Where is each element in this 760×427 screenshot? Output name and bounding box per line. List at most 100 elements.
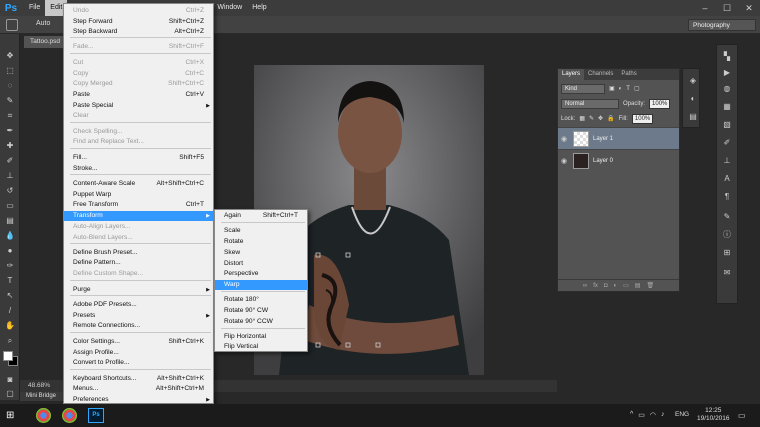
edit-menu-item-fade[interactable]: Fade... Shift+Ctrl+F	[64, 42, 213, 52]
filter-kind-select[interactable]: Kind	[561, 83, 605, 94]
edit-menu-item-adobe-pdf-presets[interactable]: Adobe PDF Presets...	[64, 300, 213, 310]
chrome-icon[interactable]	[62, 408, 77, 423]
edit-menu-item-remote-connections[interactable]: Remote Connections...	[64, 321, 213, 331]
edit-menu-item-clear[interactable]: Clear	[64, 111, 213, 121]
fill-field[interactable]: 100%	[631, 113, 654, 124]
edit-menu-item-free-transform[interactable]: Free Transform Ctrl+T	[64, 200, 213, 210]
taskbar-clock[interactable]: 12:25 19/10/2016	[697, 407, 730, 423]
foreground-color-swatch[interactable]	[3, 351, 13, 361]
edit-menu-item-copy-merged[interactable]: Copy Merged Shift+Ctrl+C	[64, 79, 213, 89]
transform-menu-item-distort[interactable]: Distort	[215, 259, 307, 269]
windows-start-icon[interactable]: ⊞	[6, 410, 17, 421]
marquee-tool-icon[interactable]: ⬚	[3, 65, 17, 77]
info-panel-icon[interactable]: ⓘ	[721, 229, 733, 240]
character-panel-icon[interactable]: A	[721, 173, 733, 184]
paragraph-panel-icon[interactable]: ¶	[721, 191, 733, 202]
lock-transparent-icon[interactable]: ▦	[579, 115, 585, 122]
edit-menu-item-transform[interactable]: Transform ▶	[64, 211, 213, 221]
transform-menu-item-again[interactable]: Again Shift+Ctrl+T	[215, 211, 307, 221]
blur-tool-icon[interactable]: 💧	[3, 230, 17, 242]
transform-menu-item-rotate[interactable]: Rotate	[215, 237, 307, 247]
delete-layer-icon[interactable]: 🗑	[646, 280, 654, 291]
gradient-tool-icon[interactable]: ▤	[3, 215, 17, 227]
history-panel-icon[interactable]: ▚	[721, 51, 733, 62]
filter-pixel-icon[interactable]: ▣	[609, 85, 615, 92]
path-selection-tool-icon[interactable]: ↖	[3, 290, 17, 302]
actions-panel-icon[interactable]: ▶	[721, 67, 733, 78]
edit-menu-item-keyboard-shortcuts[interactable]: Keyboard Shortcuts... Alt+Shift+Ctrl+K	[64, 374, 213, 384]
eraser-tool-icon[interactable]: ▭	[3, 200, 17, 212]
transform-menu-item-flip-horizontal[interactable]: Flip Horizontal	[215, 332, 307, 342]
hand-tool-icon[interactable]: ✋	[3, 320, 17, 332]
edit-menu-item-purge[interactable]: Purge ▶	[64, 285, 213, 295]
edit-menu-item-step-forward[interactable]: Step Forward Shift+Ctrl+Z	[64, 17, 213, 27]
maximize-button[interactable]: ☐	[716, 0, 738, 16]
edit-menu-item-color-settings[interactable]: Color Settings... Shift+Ctrl+K	[64, 337, 213, 347]
lasso-tool-icon[interactable]: ◌	[3, 80, 17, 92]
language-indicator[interactable]: ENG	[675, 411, 689, 418]
adjustments-panel-icon[interactable]: ◐	[687, 93, 699, 104]
auto-select-checkbox[interactable]: Auto	[36, 20, 50, 27]
edit-menu-item-assign-profile[interactable]: Assign Profile...	[64, 348, 213, 358]
shape-tool-icon[interactable]: /	[3, 305, 17, 317]
color-panel-icon[interactable]: ◍	[721, 83, 733, 94]
transform-menu-item-rotate-90-cw[interactable]: Rotate 90° CW	[215, 306, 307, 316]
brush-panel-icon[interactable]: ✐	[721, 137, 733, 148]
transform-menu-item-rotate-180[interactable]: Rotate 180°	[215, 295, 307, 305]
opacity-field[interactable]: 100%	[649, 98, 671, 109]
edit-menu-item-auto-align-layers[interactable]: Auto-Align Layers...	[64, 222, 213, 232]
tab-paths[interactable]: Paths	[617, 69, 640, 80]
blend-mode-select[interactable]: Normal	[561, 98, 619, 109]
transform-menu-item-skew[interactable]: Skew	[215, 248, 307, 258]
screen-mode-icon[interactable]: ▢	[3, 388, 17, 400]
action-center-icon[interactable]: ▭	[738, 411, 746, 420]
edit-menu-item-fill[interactable]: Fill... Shift+F5	[64, 153, 213, 163]
edit-menu-item-define-pattern[interactable]: Define Pattern...	[64, 258, 213, 268]
network-icon[interactable]: ▭	[638, 411, 645, 419]
edit-menu-item-copy[interactable]: Copy Ctrl+C	[64, 69, 213, 79]
document-tab[interactable]: Tattoo.psd	[24, 36, 66, 48]
type-tool-icon[interactable]: T	[3, 275, 17, 287]
tool-presets-panel-icon[interactable]: ✎	[721, 211, 733, 222]
layers-panel-icon[interactable]: ◈	[687, 75, 699, 86]
transform-menu-item-warp[interactable]: Warp	[215, 280, 307, 290]
photoshop-taskbar-icon[interactable]: Ps	[88, 408, 104, 423]
filter-type-icon[interactable]: T	[626, 86, 630, 92]
volume-icon[interactable]: ♪	[661, 411, 665, 419]
transform-menu-item-flip-vertical[interactable]: Flip Vertical	[215, 342, 307, 352]
edit-menu-item-puppet-warp[interactable]: Puppet Warp	[64, 190, 213, 200]
edit-menu-item-undo[interactable]: Undo Ctrl+Z	[64, 6, 213, 16]
filter-shape-icon[interactable]: ▢	[634, 85, 640, 92]
edit-menu-item-content-aware-scale[interactable]: Content-Aware Scale Alt+Shift+Ctrl+C	[64, 179, 213, 189]
transform-menu-item-rotate-90-ccw[interactable]: Rotate 90° CCW	[215, 317, 307, 327]
edit-menu-item-cut[interactable]: Cut Ctrl+X	[64, 58, 213, 68]
zoom-level[interactable]: 48.68%	[28, 382, 50, 389]
adjustment-layer-icon[interactable]: ◐	[613, 280, 617, 291]
pen-tool-icon[interactable]: ✑	[3, 260, 17, 272]
edit-menu-item-convert-to-profile[interactable]: Convert to Profile...	[64, 358, 213, 368]
lock-all-icon[interactable]: 🔒	[607, 115, 614, 122]
layer-row[interactable]: ◉ Layer 1	[558, 127, 679, 149]
properties-panel-icon[interactable]: ▤	[687, 111, 699, 122]
brush-tool-icon[interactable]: ✐	[3, 155, 17, 167]
workspace-select[interactable]: Photography	[688, 19, 756, 31]
new-group-icon[interactable]: ▭	[623, 280, 629, 291]
transform-menu-item-perspective[interactable]: Perspective	[215, 269, 307, 279]
dodge-tool-icon[interactable]: ●	[3, 245, 17, 257]
edit-menu-item-step-backward[interactable]: Step Backward Alt+Ctrl+Z	[64, 27, 213, 37]
styles-panel-icon[interactable]: ▧	[721, 119, 733, 130]
tab-layers[interactable]: Layers	[558, 69, 585, 80]
notification-chevron-icon[interactable]: ^	[630, 411, 633, 419]
edit-menu-item-menus[interactable]: Menus... Alt+Shift+Ctrl+M	[64, 384, 213, 394]
tab-channels[interactable]: Channels	[584, 69, 617, 80]
lock-pixels-icon[interactable]: ✎	[589, 115, 594, 122]
lock-position-icon[interactable]: ✥	[598, 115, 603, 122]
visibility-eye-icon[interactable]: ◉	[558, 135, 570, 143]
layer-row[interactable]: ◉ Layer 0	[558, 149, 679, 171]
menu-window[interactable]: Window	[212, 0, 247, 16]
move-tool-icon[interactable]: ✥	[3, 50, 17, 62]
edit-menu-item-find-and-replace-text[interactable]: Find and Replace Text...	[64, 137, 213, 147]
edit-menu-item-paste-special[interactable]: Paste Special ▶	[64, 101, 213, 111]
edit-menu-item-auto-blend-layers[interactable]: Auto-Blend Layers...	[64, 233, 213, 243]
edit-menu-item-stroke[interactable]: Stroke...	[64, 164, 213, 174]
